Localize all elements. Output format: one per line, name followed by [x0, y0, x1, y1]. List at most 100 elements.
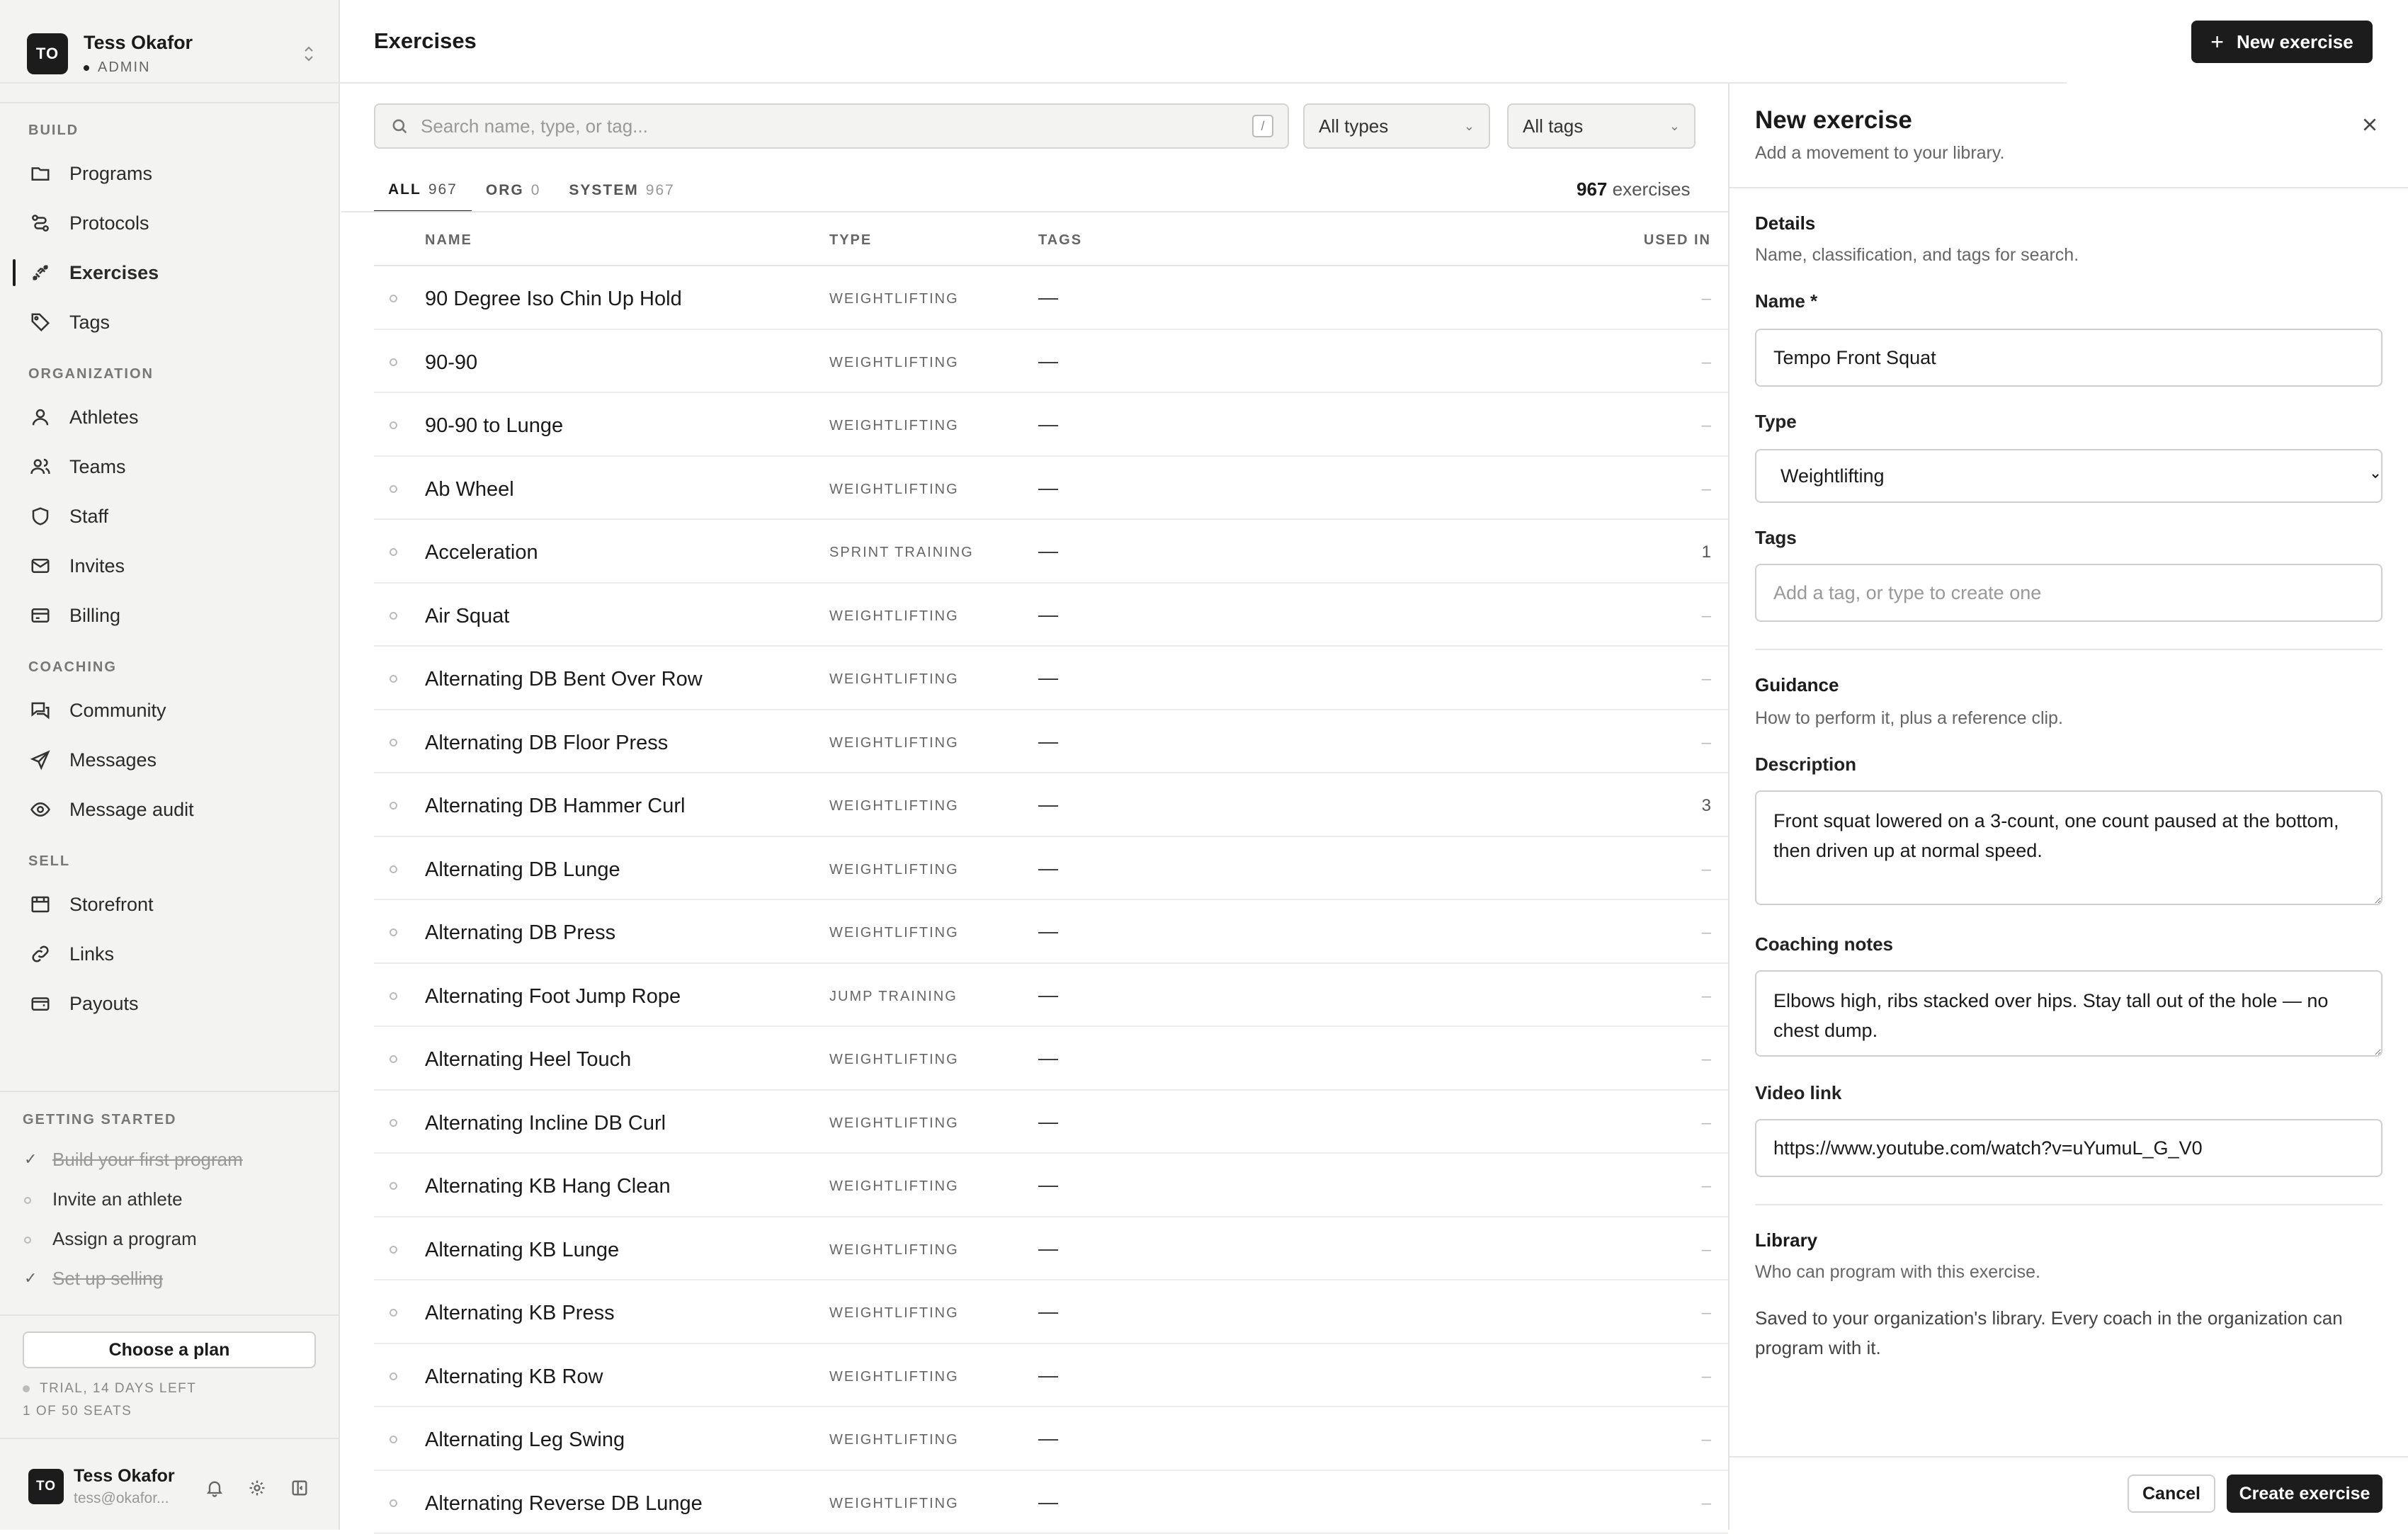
- sidebar-item-messages[interactable]: Messages: [0, 735, 340, 785]
- choose-plan-button[interactable]: Choose a plan: [23, 1331, 316, 1368]
- sidebar-item-storefront[interactable]: Storefront: [0, 880, 340, 929]
- table-row[interactable]: Alternating KB PressWEIGHTLIFTING—–: [374, 1280, 1728, 1344]
- sidebar-item-label: Programs: [69, 163, 152, 185]
- table-row[interactable]: Alternating DB LungeWEIGHTLIFTING—–: [374, 837, 1728, 901]
- column-used-in[interactable]: USED IN: [1644, 232, 1711, 249]
- video-link-field[interactable]: [1755, 1119, 2383, 1177]
- table-body: 90 Degree Iso Chin Up HoldWEIGHTLIFTING—…: [374, 266, 1728, 1534]
- exercise-type: WEIGHTLIFTING: [829, 862, 959, 878]
- table-row[interactable]: Alternating DB Hammer CurlWEIGHTLIFTING—…: [374, 773, 1728, 837]
- table-row[interactable]: Alternating DB Floor PressWEIGHTLIFTING—…: [374, 710, 1728, 774]
- exercise-type: WEIGHTLIFTING: [829, 291, 959, 307]
- exercise-name: Alternating DB Press: [425, 921, 615, 945]
- tab-org[interactable]: ORG 0: [472, 169, 555, 212]
- close-icon[interactable]: [2356, 110, 2384, 139]
- send-icon: [28, 748, 52, 772]
- table-row[interactable]: 90 Degree Iso Chin Up HoldWEIGHTLIFTING—…: [374, 266, 1728, 330]
- task-item[interactable]: Assign a program: [0, 1219, 340, 1259]
- tags-filter[interactable]: All tags ⌄: [1507, 103, 1696, 149]
- sidebar-item-exercises[interactable]: Exercises: [0, 248, 340, 297]
- gear-icon[interactable]: [245, 1476, 269, 1500]
- sidebar-item-billing[interactable]: Billing: [0, 591, 340, 640]
- used-in-count: –: [1702, 1430, 1711, 1450]
- tab-count: 967: [428, 181, 458, 198]
- new-exercise-button[interactable]: + New exercise: [2191, 21, 2373, 63]
- sidebar-item-label: Community: [69, 700, 166, 722]
- sidebar-item-label: Staff: [69, 506, 108, 528]
- user-footer: TO Tess Okafor tess@okafor...: [0, 1438, 340, 1530]
- exercise-list: / All types ⌄ All tags ⌄ ALL967 ORG 0 SYSTE…: [341, 0, 1730, 1530]
- coaching-notes-field[interactable]: Elbows high, ribs stacked over hips. Sta…: [1755, 970, 2383, 1057]
- exercise-tags: —: [1038, 984, 1058, 1006]
- sidebar-item-invites[interactable]: Invites: [0, 541, 340, 591]
- sidebar-item-label: Billing: [69, 605, 120, 627]
- table-row[interactable]: Alternating Leg SwingWEIGHTLIFTING—–: [374, 1407, 1728, 1471]
- name-field[interactable]: [1755, 329, 2383, 387]
- table-row[interactable]: Alternating Incline DB CurlWEIGHTLIFTING…: [374, 1091, 1728, 1154]
- used-in-count: –: [1702, 479, 1711, 499]
- check-icon: ✓: [24, 1269, 52, 1288]
- exercise-name: Alternating Foot Jump Rope: [425, 985, 681, 1009]
- type-filter[interactable]: All types ⌄: [1303, 103, 1490, 149]
- sidebar-item-teams[interactable]: Teams: [0, 442, 340, 492]
- table-row[interactable]: Ab WheelWEIGHTLIFTING—–: [374, 457, 1728, 521]
- used-in-count: –: [1702, 1240, 1711, 1260]
- table-row[interactable]: Alternating Foot Jump RopeJUMP TRAINING—…: [374, 964, 1728, 1028]
- sidebar-item-community[interactable]: Community: [0, 686, 340, 735]
- sidebar-collapse-icon[interactable]: [288, 1476, 312, 1500]
- table-row[interactable]: Alternating DB PressWEIGHTLIFTING—–: [374, 900, 1728, 964]
- exercise-tags: —: [1038, 1174, 1058, 1196]
- table-row[interactable]: AccelerationSPRINT TRAINING—1: [374, 520, 1728, 584]
- task-label: Assign a program: [52, 1228, 197, 1250]
- avatar[interactable]: TO: [28, 1469, 64, 1504]
- sidebar-item-tags[interactable]: Tags: [0, 297, 340, 347]
- table-row[interactable]: Alternating KB Hang CleanWEIGHTLIFTING—–: [374, 1154, 1728, 1217]
- sidebar-item-links[interactable]: Links: [0, 929, 340, 979]
- sidebar-item-programs[interactable]: Programs: [0, 149, 340, 198]
- panel-subtitle: Add a movement to your library.: [1755, 143, 2004, 164]
- table-row[interactable]: 90-90 to LungeWEIGHTLIFTING—–: [374, 393, 1728, 457]
- exercise-tags: —: [1038, 1364, 1058, 1387]
- tab-all[interactable]: ALL967: [374, 169, 472, 212]
- tab-system[interactable]: SYSTEM967: [555, 169, 688, 212]
- exercise-type: WEIGHTLIFTING: [829, 1432, 959, 1448]
- table-row[interactable]: Alternating KB RowWEIGHTLIFTING—–: [374, 1344, 1728, 1408]
- bell-icon[interactable]: [203, 1476, 227, 1500]
- plus-icon: +: [2210, 29, 2224, 55]
- create-exercise-button[interactable]: Create exercise: [2227, 1475, 2383, 1513]
- divider: [1730, 187, 2408, 188]
- table-row[interactable]: Alternating Reverse DB LungeWEIGHTLIFTIN…: [374, 1471, 1728, 1534]
- search-box[interactable]: /: [374, 103, 1289, 149]
- cancel-button[interactable]: Cancel: [2128, 1475, 2215, 1513]
- exercise-type: WEIGHTLIFTING: [829, 1242, 959, 1259]
- table-row[interactable]: Alternating KB LungeWEIGHTLIFTING—–: [374, 1217, 1728, 1281]
- sidebar-item-athletes[interactable]: Athletes: [0, 392, 340, 442]
- task-item[interactable]: Invite an athlete: [0, 1179, 340, 1219]
- type-select[interactable]: Weightlifting: [1755, 449, 2383, 503]
- tab-label: ORG: [486, 182, 524, 199]
- table-row[interactable]: 90-90WEIGHTLIFTING—–: [374, 330, 1728, 394]
- table-row[interactable]: Alternating Heel TouchWEIGHTLIFTING—–: [374, 1027, 1728, 1091]
- task-item[interactable]: ✓Build your first program: [0, 1140, 340, 1179]
- search-input[interactable]: [421, 115, 1252, 137]
- status-dot: [390, 1119, 397, 1127]
- sidebar-item-payouts[interactable]: Payouts: [0, 979, 340, 1028]
- task-item[interactable]: ✓Set up selling: [0, 1259, 340, 1298]
- table-row[interactable]: Alternating DB Bent Over RowWEIGHTLIFTIN…: [374, 647, 1728, 710]
- column-type[interactable]: TYPE: [829, 232, 872, 249]
- tags-input[interactable]: [1755, 564, 2383, 622]
- column-tags[interactable]: TAGS: [1038, 232, 1082, 249]
- table-row[interactable]: Air SquatWEIGHTLIFTING—–: [374, 584, 1728, 647]
- used-in-count: –: [1702, 1176, 1711, 1196]
- column-name[interactable]: NAME: [425, 232, 472, 249]
- sidebar-item-message-audit[interactable]: Message audit: [0, 785, 340, 834]
- sidebar-item-protocols[interactable]: Protocols: [0, 198, 340, 248]
- seats-status: 1 OF 50 SEATS: [23, 1404, 132, 1419]
- store-icon: [28, 892, 52, 916]
- description-field[interactable]: Front squat lowered on a 3-count, one co…: [1755, 790, 2383, 905]
- tab-count: 0: [531, 182, 541, 199]
- used-in-count: –: [1702, 606, 1711, 626]
- sidebar-item-staff[interactable]: Staff: [0, 492, 340, 541]
- status-dot: [390, 421, 397, 429]
- panel-footer: Cancel Create exercise: [1730, 1456, 2408, 1530]
